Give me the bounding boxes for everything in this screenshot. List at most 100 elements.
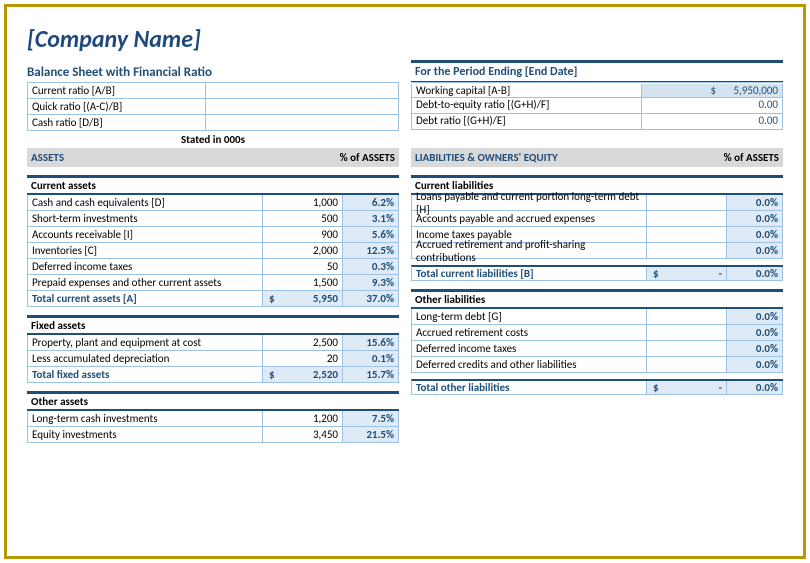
quick-ratio-label: Quick ratio [(A-C)/B] [28, 99, 206, 115]
row-pct: 0.0% [727, 309, 783, 324]
table-row: Inventories [C]2,00012.5% [27, 243, 399, 259]
row-pct: 0.3% [343, 259, 399, 274]
row-pct: 5.6% [343, 227, 399, 242]
row-value: 1,200 [263, 411, 343, 426]
row-value [647, 243, 727, 258]
table-row: Accounts receivable [I]9005.6% [27, 227, 399, 243]
tcl-value: $- [647, 267, 727, 280]
row-label: Accrued retirement costs [412, 325, 647, 340]
table-row: Deferred credits and other liabilities 0.… [411, 357, 783, 373]
working-capital-value: $ 5,950,000 [641, 84, 783, 97]
de-ratio-label: Debt-to-equity ratio [(G+H)/F] [411, 98, 641, 113]
row-label: Deferred income taxes [28, 259, 263, 274]
total-other-liabilities-row: Total other liabilities $- 0.0% [411, 379, 783, 395]
tfa-label: Total fixed assets [28, 367, 263, 382]
row-value: 1,500 [263, 275, 343, 290]
row-label: Prepaid expenses and other current asset… [28, 275, 263, 290]
total-current-liabilities-row: Total current liabilities [B] $- 0.0% [411, 265, 783, 281]
tcl-pct: 0.0% [727, 267, 783, 280]
current-ratio-label: Current ratio [A/B] [28, 83, 206, 99]
debt-ratio-label: Debt ratio [(G+H)/E] [411, 114, 641, 129]
other-liabilities-group: Other liabilities Long-term debt [G]0.0%… [411, 289, 783, 395]
stated-in: Stated in 000s [27, 131, 399, 148]
row-label: Less accumulated depreciation [28, 351, 263, 366]
row-pct: 6.2% [343, 195, 399, 210]
tol-value: $- [647, 381, 727, 394]
document-frame: [Company Name] Balance Sheet with Financ… [4, 4, 806, 559]
de-ratio-value: 0.00 [641, 98, 783, 113]
row-label: Long-term debt [G] [412, 309, 647, 324]
row-pct: 0.0% [727, 357, 783, 372]
table-row: Accrued retirement and profit-sharing co… [411, 243, 783, 259]
tol-pct: 0.0% [727, 381, 783, 394]
tfa-value: $2,520 [263, 367, 343, 382]
table-row: Prepaid expenses and other current asset… [27, 275, 399, 291]
sheet-subtitle: Balance Sheet with Financial Ratio [27, 60, 399, 80]
row-label: Property, plant and equipment at cost [28, 335, 263, 350]
assets-header: ASSETS % of ASSETS [27, 148, 399, 167]
fixed-assets-group: Fixed assets Property, plant and equipme… [27, 315, 399, 383]
row-value [647, 357, 727, 372]
row-label: Deferred credits and other liabilities [412, 357, 647, 372]
row-pct: 0.0% [727, 227, 783, 242]
tol-label: Total other liabilities [412, 381, 647, 394]
tfa-pct: 15.7% [343, 367, 399, 382]
current-ratio-value [206, 83, 399, 99]
row-label: Loans payable and current portion long-t… [412, 195, 647, 210]
table-row: Deferred income taxes 0.0% [411, 341, 783, 357]
table-row: Less accumulated depreciation200.1% [27, 351, 399, 367]
row-value: 1,000 [263, 195, 343, 210]
table-row: Accounts payable and accrued expenses0.0… [411, 211, 783, 227]
row-value: 900 [263, 227, 343, 242]
company-name: [Company Name] [27, 25, 783, 54]
row-value: 3,450 [263, 427, 343, 442]
row-label: Accounts receivable [I] [28, 227, 263, 242]
row-pct: 0.1% [343, 351, 399, 366]
row-value [647, 227, 727, 242]
table-row: Short-term investments5003.1% [27, 211, 399, 227]
table-row: Cash and cash equivalents [D]1,0006.2% [27, 195, 399, 211]
liabilities-header: LIABILITIES & OWNERS' EQUITY % of ASSETS [411, 148, 783, 167]
cash-ratio-value [206, 115, 399, 131]
table-row: Long-term debt [G] 0.0% [411, 309, 783, 325]
table-row: Long-term cash investments1,2007.5% [27, 411, 399, 427]
debt-ratio-value: 0.00 [641, 114, 783, 129]
row-value: 500 [263, 211, 343, 226]
row-pct: 9.3% [343, 275, 399, 290]
row-label: Inventories [C] [28, 243, 263, 258]
row-value [647, 195, 727, 210]
row-pct: 21.5% [343, 427, 399, 442]
row-value: 20 [263, 351, 343, 366]
ratio-table: Current ratio [A/B] Quick ratio [(A-C)/B… [27, 82, 399, 131]
row-label: Short-term investments [28, 211, 263, 226]
row-label: Accounts payable and accrued expenses [412, 211, 647, 226]
tcl-label: Total current liabilities [B] [412, 267, 647, 280]
row-value: 2,500 [263, 335, 343, 350]
table-row: Loans payable and current portion long-t… [411, 195, 783, 211]
de-ratio-row: Debt-to-equity ratio [(G+H)/F] 0.00 [411, 98, 783, 114]
pct-assets-label-2: % of ASSETS [709, 151, 779, 164]
table-row: Deferred income taxes500.3% [27, 259, 399, 275]
row-pct: 0.0% [727, 341, 783, 356]
row-label: Long-term cash investments [28, 411, 263, 426]
debt-ratio-row: Debt ratio [(G+H)/E] 0.00 [411, 114, 783, 130]
row-pct: 3.1% [343, 211, 399, 226]
tca-value: $5,950 [263, 291, 343, 306]
row-value: 50 [263, 259, 343, 274]
row-value [647, 341, 727, 356]
tca-label: Total current assets [A] [28, 291, 263, 306]
assets-title: ASSETS [31, 151, 325, 164]
tca-pct: 37.0% [343, 291, 399, 306]
row-pct: 0.0% [727, 195, 783, 210]
total-current-assets-row: Total current assets [A] $5,950 37.0% [27, 291, 399, 307]
liabilities-title: LIABILITIES & OWNERS' EQUITY [415, 151, 709, 164]
other-assets-head: Other assets [27, 391, 399, 411]
row-pct: 7.5% [343, 411, 399, 426]
table-row: Equity investments3,45021.5% [27, 427, 399, 443]
pct-assets-label: % of ASSETS [325, 151, 395, 164]
period-ending: For the Period Ending [End Date] [411, 60, 783, 82]
working-capital-row: Working capital [A-B] $ 5,950,000 [411, 82, 783, 98]
row-label: Deferred income taxes [412, 341, 647, 356]
row-pct: 0.0% [727, 325, 783, 340]
total-fixed-assets-row: Total fixed assets $2,520 15.7% [27, 367, 399, 383]
